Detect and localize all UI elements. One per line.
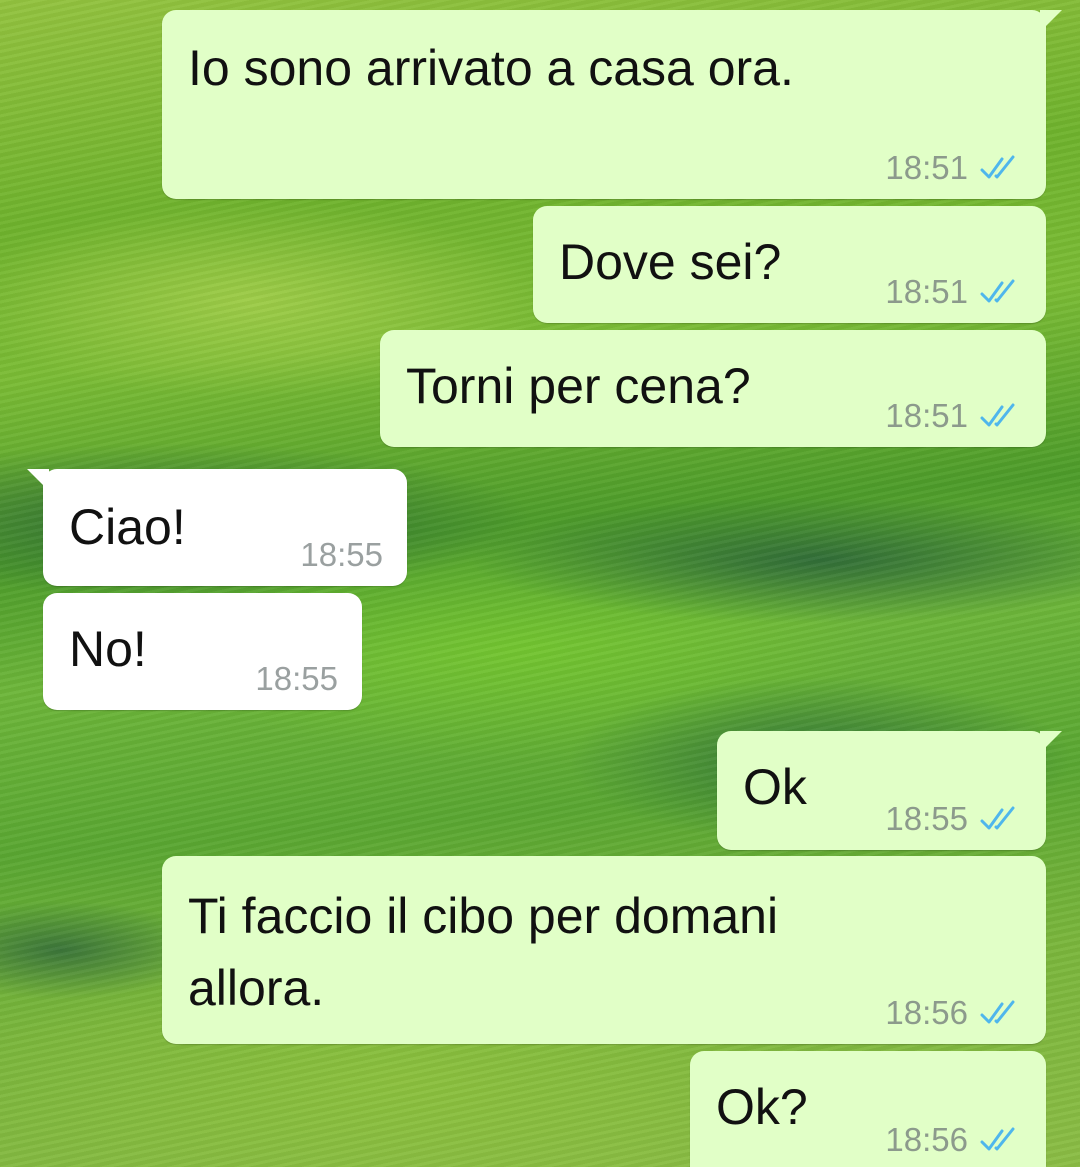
- message-text: No!: [69, 621, 147, 677]
- message-bubble-outgoing[interactable]: Ok 18:55: [717, 731, 1062, 850]
- message-meta: 18:51: [885, 397, 1022, 435]
- double-check-read-icon: [980, 279, 1015, 303]
- double-check-read-icon: [980, 403, 1015, 427]
- message-meta: 18:56: [885, 1121, 1022, 1159]
- message-text: Torni per cena?: [406, 358, 751, 414]
- message-meta: 18:55: [255, 660, 338, 698]
- double-check-read-icon: [980, 806, 1015, 830]
- double-check-read-icon: [980, 155, 1015, 179]
- message-text: Ok?: [716, 1079, 808, 1135]
- message-time: 18:55: [255, 660, 338, 697]
- message-bubble-outgoing[interactable]: Dove sei? 18:51: [533, 206, 1046, 323]
- message-meta: 18:51: [885, 273, 1022, 311]
- message-time: 18:51: [885, 397, 968, 434]
- message-meta: 18:55: [300, 536, 383, 574]
- message-time: 18:55: [885, 800, 968, 837]
- message-text: Ciao!: [69, 499, 186, 555]
- message-time: 18:56: [885, 994, 968, 1031]
- message-meta: 18:55: [885, 800, 1022, 838]
- double-check-read-icon: [980, 1000, 1015, 1024]
- message-bubble-incoming[interactable]: Ciao! 18:55: [27, 469, 407, 586]
- message-bubble-incoming[interactable]: No! 18:55: [43, 593, 362, 710]
- message-time: 18:51: [885, 273, 968, 310]
- message-text: Io sono arrivato a casa ora.: [188, 40, 794, 96]
- message-bubble-outgoing[interactable]: Ti faccio il cibo per domani allora. 18:…: [162, 856, 1046, 1044]
- message-time: 18:55: [300, 536, 383, 573]
- message-text: Ti faccio il cibo per domani allora.: [188, 888, 779, 1016]
- message-bubble-outgoing[interactable]: Torni per cena? 18:51: [380, 330, 1046, 447]
- message-time: 18:51: [885, 149, 968, 186]
- message-bubble-outgoing[interactable]: Ok? 18:56: [690, 1051, 1046, 1167]
- message-meta: 18:51: [885, 149, 1022, 187]
- message-time: 18:56: [885, 1121, 968, 1158]
- message-bubble-outgoing[interactable]: Io sono arrivato a casa ora. 18:51: [162, 10, 1062, 199]
- message-text: Ok: [743, 759, 807, 815]
- double-check-read-icon: [980, 1127, 1015, 1151]
- message-meta: 18:56: [885, 994, 1022, 1032]
- message-text: Dove sei?: [559, 234, 782, 290]
